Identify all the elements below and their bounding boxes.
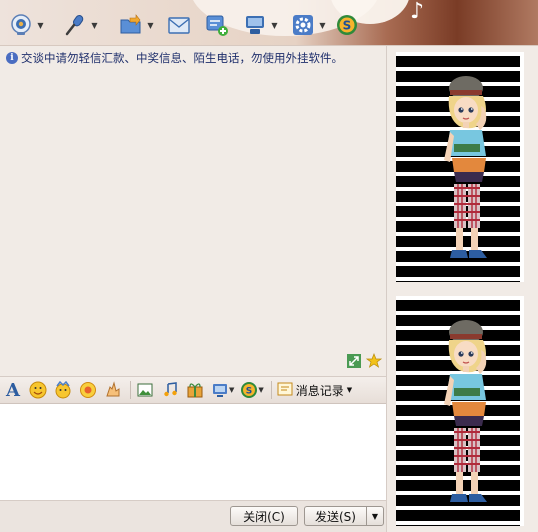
add-app-button[interactable] — [204, 10, 230, 40]
history-icon — [277, 381, 293, 400]
gear-icon — [290, 12, 316, 38]
add-doc-icon — [204, 12, 230, 38]
message-history-button[interactable]: 消息记录 ▼ — [277, 381, 352, 400]
chevron-down-icon[interactable]: ▼ — [318, 21, 327, 30]
avatar — [440, 310, 504, 525]
chevron-down-icon[interactable]: ▼ — [229, 386, 234, 394]
remote-icon — [242, 12, 268, 38]
history-label: 消息记录 — [295, 383, 344, 398]
chat-corner-tools — [346, 353, 383, 372]
gift-icon[interactable] — [184, 379, 206, 401]
stripe-gap — [520, 52, 524, 282]
chat-toolbar: ♪ ▼ ▼ ▼ ▼ ▼ S — [0, 0, 538, 46]
emoji-icon[interactable] — [27, 379, 49, 401]
self-avatar-show[interactable] — [396, 296, 524, 526]
voice-call-button[interactable]: ▼ — [62, 10, 99, 40]
toolbar-divider — [130, 381, 131, 399]
music-icon[interactable] — [159, 379, 181, 401]
remote-assist-button[interactable]: ▼ — [242, 10, 279, 40]
chevron-down-icon[interactable]: ▼ — [258, 386, 263, 394]
svg-text:S: S — [343, 19, 352, 33]
chevron-down-icon[interactable]: ▼ — [270, 21, 279, 30]
contact-avatar-show[interactable] — [396, 52, 524, 282]
info-icon: i — [6, 52, 18, 64]
image-icon[interactable] — [134, 379, 156, 401]
favorite-icon[interactable] — [365, 353, 383, 372]
send-file-button[interactable]: ▼ — [118, 10, 155, 40]
toolbar-divider — [270, 381, 272, 399]
chevron-down-icon[interactable]: ▼ — [36, 21, 45, 30]
mail-icon — [166, 12, 192, 38]
chevron-down-icon[interactable]: ▼ — [90, 21, 99, 30]
soso-search-button[interactable]: S — [334, 10, 360, 40]
music-note-icon: ♪ — [410, 0, 425, 24]
avatar — [440, 66, 504, 281]
close-button[interactable]: 关闭(C) — [230, 506, 298, 526]
send-mail-button[interactable] — [166, 10, 192, 40]
gesture-icon[interactable] — [102, 379, 124, 401]
expand-icon[interactable] — [346, 353, 362, 372]
svg-text:S: S — [246, 387, 252, 397]
close-button-label: 关闭(C) — [243, 509, 285, 524]
send-button[interactable]: 发送(S) — [304, 506, 366, 526]
settings-button[interactable]: ▼ — [290, 10, 327, 40]
microphone-icon — [62, 12, 88, 38]
format-toolbar: A ▼ S ▼ 消息记录 ▼ — [0, 376, 386, 404]
stripe-gap — [520, 296, 524, 526]
soso-icon[interactable]: S — [238, 379, 260, 401]
security-notice-text: 交谈中请勿轻信汇款、中奖信息、陌生电话，勿使用外挂软件。 — [21, 51, 343, 65]
video-call-button[interactable]: ▼ — [8, 10, 45, 40]
action-bar: 关闭(C) 发送(S) ▼ — [0, 500, 386, 532]
message-input[interactable] — [0, 404, 386, 500]
chevron-down-icon[interactable]: ▼ — [146, 21, 155, 30]
webcam-icon — [8, 12, 34, 38]
chevron-down-icon: ▼ — [371, 511, 379, 521]
send-options-dropdown[interactable]: ▼ — [366, 506, 384, 526]
send-button-label: 发送(S) — [315, 509, 356, 524]
magic-emoji-icon[interactable] — [52, 379, 74, 401]
nudge-icon[interactable] — [77, 379, 99, 401]
screenshot-icon[interactable] — [209, 379, 231, 401]
security-notice: i 交谈中请勿轻信汇款、中奖信息、陌生电话，勿使用外挂软件。 — [6, 50, 343, 66]
show-panel — [386, 46, 538, 532]
soso-icon: S — [334, 12, 360, 38]
message-history[interactable]: i 交谈中请勿轻信汇款、中奖信息、陌生电话，勿使用外挂软件。 — [0, 46, 386, 376]
font-icon[interactable]: A — [2, 379, 24, 401]
chevron-down-icon: ▼ — [346, 386, 353, 394]
folder-icon — [118, 12, 144, 38]
